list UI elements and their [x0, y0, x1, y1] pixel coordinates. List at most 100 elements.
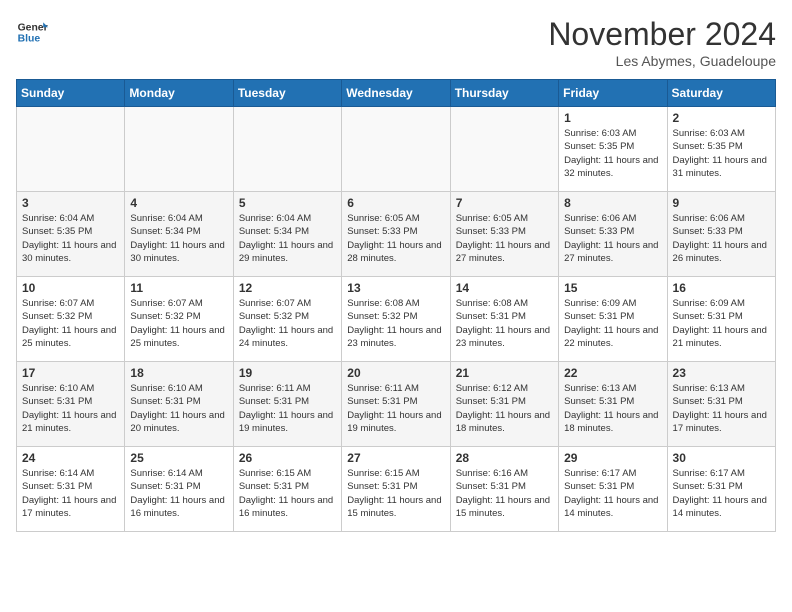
day-cell-12: 12 Sunrise: 6:07 AM Sunset: 5:32 PM Dayli…: [233, 277, 341, 362]
day-info: Sunrise: 6:17 AM Sunset: 5:31 PM Dayligh…: [564, 467, 661, 520]
day-cell-10: 10Sunrise: 6:07 AM Sunset: 5:32 PM Dayli…: [17, 277, 125, 362]
day-info: Sunrise: 6:17 AM Sunset: 5:31 PM Dayligh…: [673, 467, 770, 520]
week-row-1: 1 Sunrise: 6:03 AM Sunset: 5:35 PM Daylig…: [17, 107, 776, 192]
day-info: Sunrise: 6:08 AM Sunset: 5:31 PM Dayligh…: [456, 297, 553, 350]
title-block: November 2024 Les Abymes, Guadeloupe: [548, 16, 776, 69]
day-info: Sunrise: 6:06 AM Sunset: 5:33 PM Dayligh…: [564, 212, 661, 265]
day-number: 7: [456, 196, 553, 210]
day-number: 8: [564, 196, 661, 210]
day-cell-21: 21 Sunrise: 6:12 AM Sunset: 5:31 PM Dayli…: [450, 362, 558, 447]
day-cell-15: 15 Sunrise: 6:09 AM Sunset: 5:31 PM Dayli…: [559, 277, 667, 362]
day-info: Sunrise: 6:12 AM Sunset: 5:31 PM Dayligh…: [456, 382, 553, 435]
day-info: Sunrise: 6:04 AM Sunset: 5:35 PM Dayligh…: [22, 212, 119, 265]
day-cell-5: 5Sunrise: 6:04 AM Sunset: 5:34 PM Daylig…: [233, 192, 341, 277]
day-cell-6: 6Sunrise: 6:05 AM Sunset: 5:33 PM Daylig…: [342, 192, 450, 277]
svg-text:Blue: Blue: [18, 34, 41, 45]
day-info: Sunrise: 6:15 AM Sunset: 5:31 PM Dayligh…: [347, 467, 444, 520]
weekday-header-row: SundayMondayTuesdayWednesdayThursdayFrid…: [17, 80, 776, 107]
day-info: Sunrise: 6:13 AM Sunset: 5:31 PM Dayligh…: [673, 382, 770, 435]
day-number: 26: [239, 451, 336, 465]
day-cell-13: 13 Sunrise: 6:08 AM Sunset: 5:32 PM Dayli…: [342, 277, 450, 362]
day-number: 15: [564, 281, 661, 295]
day-cell-16: 16Sunrise: 6:09 AM Sunset: 5:31 PM Dayli…: [667, 277, 775, 362]
day-number: 9: [673, 196, 770, 210]
weekday-header-saturday: Saturday: [667, 80, 775, 107]
weekday-header-tuesday: Tuesday: [233, 80, 341, 107]
day-cell-22: 22 Sunrise: 6:13 AM Sunset: 5:31 PM Dayli…: [559, 362, 667, 447]
day-cell-7: 7 Sunrise: 6:05 AM Sunset: 5:33 PM Daylig…: [450, 192, 558, 277]
day-info: Sunrise: 6:10 AM Sunset: 5:31 PM Dayligh…: [130, 382, 227, 435]
day-cell-4: 4 Sunrise: 6:04 AM Sunset: 5:34 PM Daylig…: [125, 192, 233, 277]
day-info: Sunrise: 6:09 AM Sunset: 5:31 PM Dayligh…: [673, 297, 770, 350]
day-info: Sunrise: 6:06 AM Sunset: 5:33 PM Dayligh…: [673, 212, 770, 265]
day-info: Sunrise: 6:14 AM Sunset: 5:31 PM Dayligh…: [130, 467, 227, 520]
day-cell-23: 23 Sunrise: 6:13 AM Sunset: 5:31 PM Dayli…: [667, 362, 775, 447]
day-number: 28: [456, 451, 553, 465]
location: Les Abymes, Guadeloupe: [548, 53, 776, 69]
day-info: Sunrise: 6:07 AM Sunset: 5:32 PM Dayligh…: [130, 297, 227, 350]
day-number: 10: [22, 281, 119, 295]
weekday-header-thursday: Thursday: [450, 80, 558, 107]
day-info: Sunrise: 6:03 AM Sunset: 5:35 PM Dayligh…: [673, 127, 770, 180]
day-number: 4: [130, 196, 227, 210]
day-number: 2: [673, 111, 770, 125]
day-info: Sunrise: 6:07 AM Sunset: 5:32 PM Dayligh…: [239, 297, 336, 350]
day-number: 25: [130, 451, 227, 465]
week-row-3: 10 Sunrise: 6:07 AM Sunset: 5:32 PM Dayli…: [17, 277, 776, 362]
day-info: Sunrise: 6:11 AM Sunset: 5:31 PM Dayligh…: [347, 382, 444, 435]
day-info: Sunrise: 6:16 AM Sunset: 5:31 PM Dayligh…: [456, 467, 553, 520]
day-number: 20: [347, 366, 444, 380]
week-row-4: 17 Sunrise: 6:10 AM Sunset: 5:31 PM Dayli…: [17, 362, 776, 447]
day-cell-26: 26 Sunrise: 6:15 AM Sunset: 5:31 PM Dayli…: [233, 447, 341, 532]
day-number: 23: [673, 366, 770, 380]
day-number: 21: [456, 366, 553, 380]
empty-cell: [17, 107, 125, 192]
empty-cell: [450, 107, 558, 192]
logo-icon: General Blue: [16, 16, 48, 48]
day-info: Sunrise: 6:05 AM Sunset: 5:33 PM Dayligh…: [347, 212, 444, 265]
day-cell-28: 28 Sunrise: 6:16 AM Sunset: 5:31 PM Dayli…: [450, 447, 558, 532]
day-cell-25: 25 Sunrise: 6:14 AM Sunset: 5:31 PM Dayli…: [125, 447, 233, 532]
empty-cell: [233, 107, 341, 192]
day-cell-8: 8 Sunrise: 6:06 AM Sunset: 5:33 PM Daylig…: [559, 192, 667, 277]
weekday-header-sunday: Sunday: [17, 80, 125, 107]
day-cell-11: 11 Sunrise: 6:07 AM Sunset: 5:32 PM Dayli…: [125, 277, 233, 362]
day-info: Sunrise: 6:10 AM Sunset: 5:31 PM Dayligh…: [22, 382, 119, 435]
day-number: 11: [130, 281, 227, 295]
day-info: Sunrise: 6:09 AM Sunset: 5:31 PM Dayligh…: [564, 297, 661, 350]
day-number: 24: [22, 451, 119, 465]
day-cell-27: 27Sunrise: 6:15 AM Sunset: 5:31 PM Dayli…: [342, 447, 450, 532]
page-header: General Blue November 2024 Les Abymes, G…: [16, 16, 776, 69]
day-info: Sunrise: 6:04 AM Sunset: 5:34 PM Dayligh…: [130, 212, 227, 265]
day-info: Sunrise: 6:08 AM Sunset: 5:32 PM Dayligh…: [347, 297, 444, 350]
day-number: 22: [564, 366, 661, 380]
week-row-2: 3 Sunrise: 6:04 AM Sunset: 5:35 PM Daylig…: [17, 192, 776, 277]
day-cell-30: 30 Sunrise: 6:17 AM Sunset: 5:31 PM Dayli…: [667, 447, 775, 532]
day-number: 3: [22, 196, 119, 210]
weekday-header-wednesday: Wednesday: [342, 80, 450, 107]
day-cell-29: 29 Sunrise: 6:17 AM Sunset: 5:31 PM Dayli…: [559, 447, 667, 532]
day-number: 29: [564, 451, 661, 465]
day-cell-18: 18Sunrise: 6:10 AM Sunset: 5:31 PM Dayli…: [125, 362, 233, 447]
day-number: 19: [239, 366, 336, 380]
day-number: 13: [347, 281, 444, 295]
day-number: 1: [564, 111, 661, 125]
day-cell-1: 1 Sunrise: 6:03 AM Sunset: 5:35 PM Daylig…: [559, 107, 667, 192]
day-info: Sunrise: 6:04 AM Sunset: 5:34 PM Dayligh…: [239, 212, 336, 265]
day-number: 30: [673, 451, 770, 465]
day-cell-19: 19Sunrise: 6:11 AM Sunset: 5:31 PM Dayli…: [233, 362, 341, 447]
weekday-header-monday: Monday: [125, 80, 233, 107]
calendar-table: SundayMondayTuesdayWednesdayThursdayFrid…: [16, 79, 776, 532]
day-number: 17: [22, 366, 119, 380]
day-number: 12: [239, 281, 336, 295]
day-info: Sunrise: 6:13 AM Sunset: 5:31 PM Dayligh…: [564, 382, 661, 435]
day-info: Sunrise: 6:05 AM Sunset: 5:33 PM Dayligh…: [456, 212, 553, 265]
week-row-5: 24 Sunrise: 6:14 AM Sunset: 5:31 PM Dayli…: [17, 447, 776, 532]
day-number: 14: [456, 281, 553, 295]
empty-cell: [125, 107, 233, 192]
day-cell-24: 24Sunrise: 6:14 AM Sunset: 5:31 PM Dayli…: [17, 447, 125, 532]
day-info: Sunrise: 6:15 AM Sunset: 5:31 PM Dayligh…: [239, 467, 336, 520]
day-cell-9: 9 Sunrise: 6:06 AM Sunset: 5:33 PM Daylig…: [667, 192, 775, 277]
day-info: Sunrise: 6:03 AM Sunset: 5:35 PM Dayligh…: [564, 127, 661, 180]
empty-cell: [342, 107, 450, 192]
